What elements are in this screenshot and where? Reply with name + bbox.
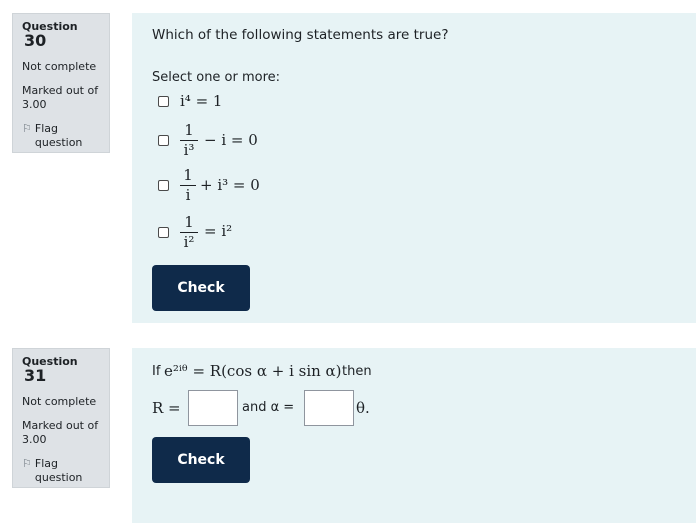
r-answer-input[interactable] (188, 390, 238, 426)
option-math: i⁴ = 1 (180, 92, 223, 110)
question-text-then: then (342, 364, 372, 379)
flag-question-link[interactable]: ⚐ Flag question (22, 457, 101, 485)
question-equation: e²ⁱᶿ = R(cos α + i sin α) (164, 362, 342, 380)
alpha-label: and α = (242, 400, 295, 415)
flag-icon: ⚐ (22, 457, 32, 470)
option-checkbox[interactable] (158, 180, 169, 191)
flag-icon: ⚐ (22, 122, 32, 135)
question-grade: Marked out of 3.00 (22, 84, 99, 111)
r-label: R = (152, 399, 181, 417)
question-info-31: Question 31 Not complete Marked out of 3… (12, 348, 110, 488)
flag-question-link[interactable]: ⚐ Flag question (22, 122, 101, 150)
alpha-answer-input[interactable] (304, 390, 354, 426)
option-math: + i³ = 0 (200, 176, 260, 194)
option-checkbox[interactable] (158, 96, 169, 107)
question-state: Not complete (22, 60, 97, 73)
answer-prompt: Select one or more: (152, 70, 281, 85)
option-math: − i = 0 (204, 131, 258, 149)
question-info-30: Question 30 Not complete Marked out of 3… (12, 13, 110, 153)
question-grade: Marked out of 3.00 (22, 419, 99, 446)
check-button[interactable]: Check (152, 265, 250, 311)
question-text-if: If (152, 364, 161, 379)
option-checkbox[interactable] (158, 135, 169, 146)
question-number: 30 (24, 31, 47, 50)
question-text: Which of the following statements are tr… (152, 27, 449, 43)
check-button[interactable]: Check (152, 437, 250, 483)
option-fraction: 1 i² (180, 214, 198, 251)
option-checkbox[interactable] (158, 227, 169, 238)
question-number: 31 (24, 366, 47, 385)
option-fraction: 1 i³ (180, 122, 198, 159)
option-math: = i² (204, 222, 233, 240)
question-state: Not complete (22, 395, 97, 408)
option-fraction: 1 i (180, 167, 196, 204)
theta-label: θ. (356, 399, 370, 417)
